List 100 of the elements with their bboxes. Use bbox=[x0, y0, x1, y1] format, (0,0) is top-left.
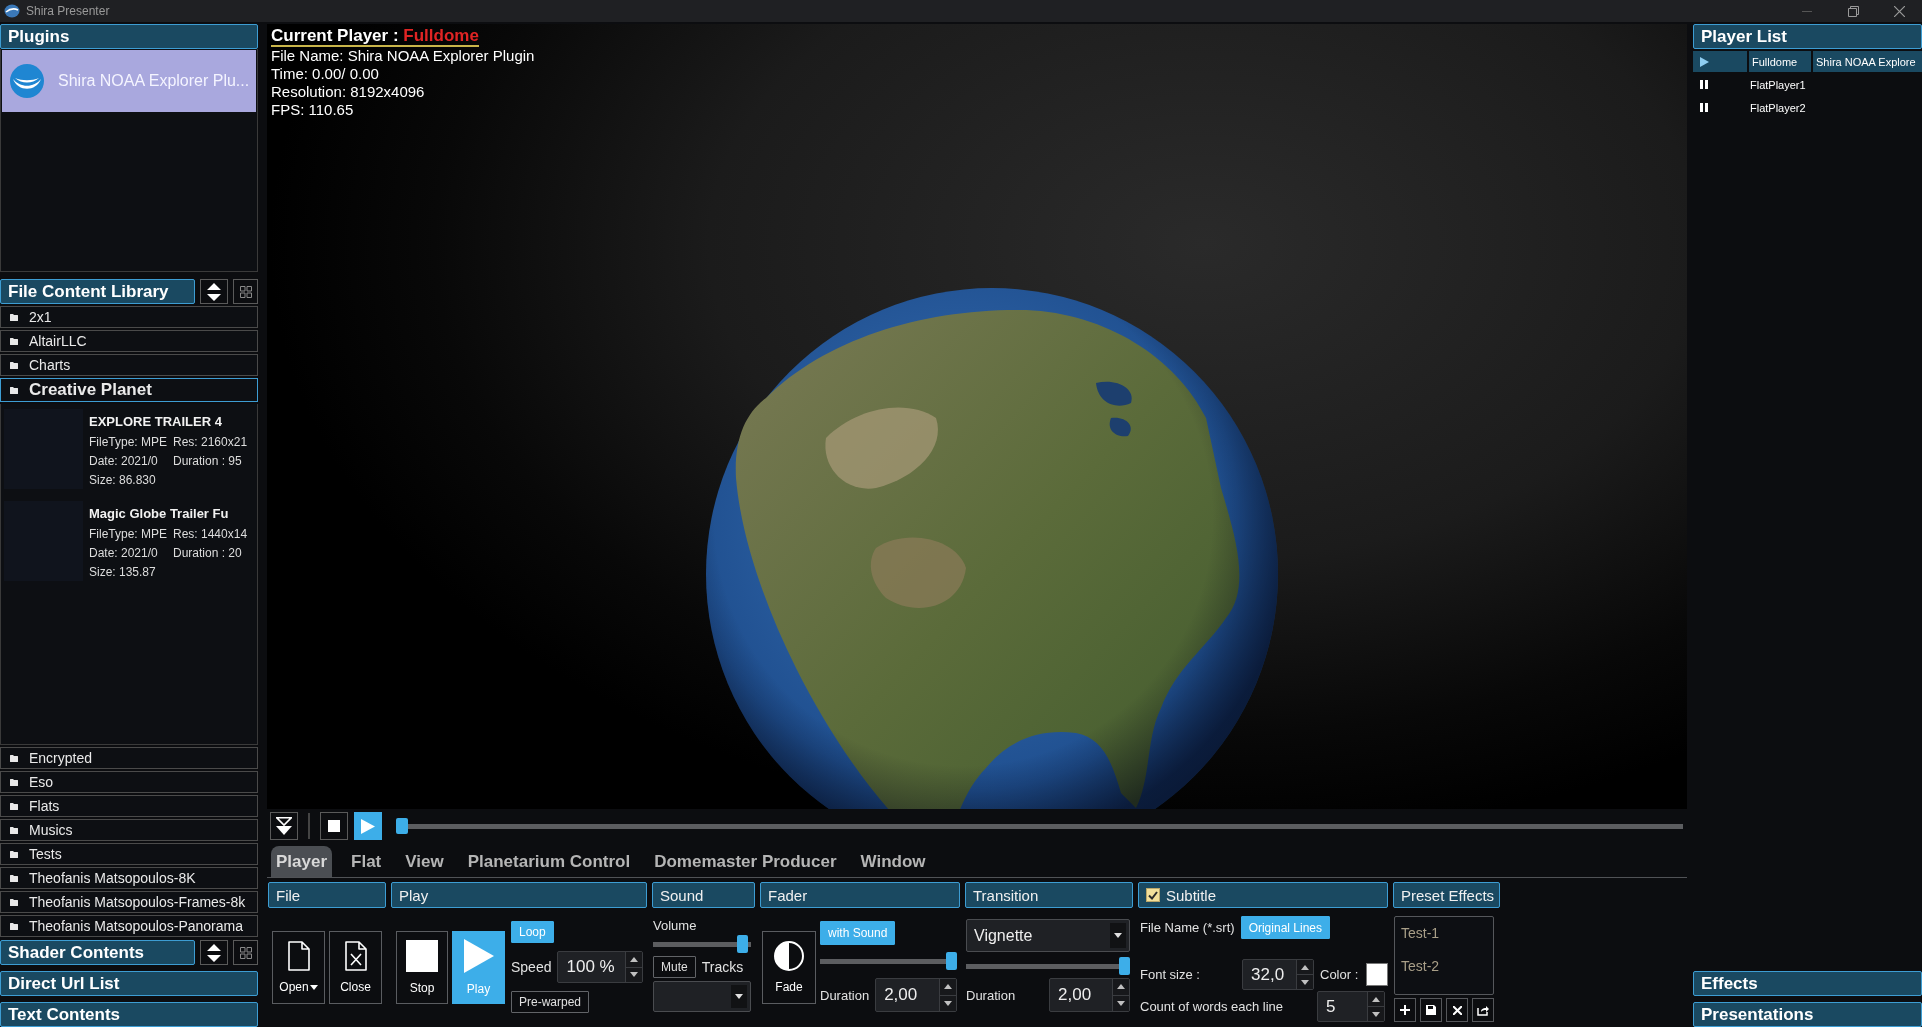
group-header: File bbox=[268, 882, 386, 908]
decrement-button[interactable] bbox=[1368, 1006, 1384, 1021]
tracks-label: Tracks bbox=[701, 959, 744, 975]
caret-up-icon bbox=[630, 956, 639, 962]
volume-label: Volume bbox=[653, 918, 697, 933]
increment-button[interactable] bbox=[626, 952, 643, 967]
increment-button[interactable] bbox=[940, 979, 957, 995]
group-header: Fader bbox=[760, 882, 960, 908]
caret-down-icon bbox=[630, 972, 639, 978]
panel-header[interactable]: Effects bbox=[1693, 971, 1922, 996]
stop-icon bbox=[406, 940, 438, 972]
export-button[interactable] bbox=[1472, 998, 1494, 1022]
folder-icon bbox=[10, 898, 18, 906]
player-row[interactable]: FlatPlayer2 bbox=[1693, 97, 1922, 118]
grid-icon bbox=[239, 285, 252, 298]
folder-item[interactable]: Eso bbox=[0, 771, 258, 793]
increment-button[interactable] bbox=[1368, 992, 1384, 1006]
folder-item[interactable]: 2x1 bbox=[0, 306, 258, 328]
export-icon bbox=[1477, 1004, 1489, 1016]
caret-down-icon bbox=[1117, 1000, 1125, 1006]
words-per-line-spinbox[interactable]: 5 bbox=[1317, 991, 1385, 1022]
transition-dropdown[interactable]: Vignette bbox=[966, 919, 1130, 952]
slider-thumb[interactable] bbox=[1119, 957, 1130, 975]
pre-warped-toggle[interactable]: Pre-warped bbox=[511, 991, 590, 1013]
tab[interactable]: Flat bbox=[346, 846, 387, 877]
tab[interactable]: Player bbox=[271, 846, 333, 877]
stop-button[interactable]: Stop bbox=[396, 931, 448, 1004]
slider-thumb[interactable] bbox=[396, 818, 408, 834]
file-size-text: Size: 135.87 bbox=[89, 565, 157, 579]
tracks-dropdown[interactable] bbox=[653, 981, 751, 1012]
player-name: Fulldome bbox=[1752, 55, 1798, 68]
preset-item[interactable]: Test-1 bbox=[1397, 923, 1491, 943]
speed-spinbox[interactable]: 100 % bbox=[557, 951, 644, 983]
group-header: Preset Effects bbox=[1393, 882, 1500, 908]
duration-label: Duration bbox=[966, 987, 1016, 1003]
window-title: Shira Presenter bbox=[26, 4, 110, 18]
folder-item[interactable]: Tests bbox=[0, 843, 258, 865]
folder-item[interactable]: Charts bbox=[0, 354, 258, 376]
play-icon bbox=[361, 818, 375, 834]
collapse-button[interactable] bbox=[270, 812, 298, 840]
duration-text: Duration : 20 bbox=[173, 546, 243, 560]
sort-button[interactable] bbox=[200, 940, 228, 965]
grid-view-button[interactable] bbox=[233, 940, 258, 965]
folder-item[interactable]: Creative Planet bbox=[0, 378, 258, 402]
folder-item[interactable]: Encrypted bbox=[0, 747, 258, 769]
sort-button[interactable] bbox=[200, 279, 228, 304]
panel-header[interactable]: Presentations bbox=[1693, 1002, 1922, 1027]
font-size-spinbox[interactable]: 32,0 bbox=[1242, 959, 1314, 990]
panel-header: File Content Library bbox=[0, 279, 195, 304]
duration-label: Duration bbox=[820, 987, 870, 1003]
tab[interactable]: Planetarium Control bbox=[462, 846, 636, 877]
folder-item[interactable]: Flats bbox=[0, 795, 258, 817]
color-swatch[interactable] bbox=[1366, 963, 1389, 986]
save-button[interactable] bbox=[1420, 998, 1442, 1022]
caret-down-icon bbox=[309, 984, 318, 990]
double-down-arrow-icon bbox=[276, 817, 292, 835]
font-size-label: Font size : bbox=[1140, 967, 1201, 982]
player-row[interactable]: Fulldome Shira NOAA Explore bbox=[1693, 51, 1922, 72]
panel-header[interactable]: Direct Url List bbox=[0, 971, 258, 996]
folder-item[interactable]: Theofanis Matsopoulos-Frames-8k bbox=[0, 891, 258, 913]
fade-button[interactable]: Fade bbox=[762, 931, 816, 1004]
color-label: Color : bbox=[1320, 967, 1359, 982]
globe-icon bbox=[4, 4, 20, 18]
folder-item[interactable]: Theofanis Matsopoulos-8K bbox=[0, 867, 258, 889]
duration-spinbox[interactable]: 2,00 bbox=[875, 978, 958, 1012]
group-title: Subtitle bbox=[1166, 886, 1217, 904]
folder-icon bbox=[10, 754, 18, 762]
close-file-button[interactable]: Close bbox=[329, 931, 382, 1004]
caret-up-icon bbox=[1301, 964, 1309, 970]
tab[interactable]: Domemaster Producer bbox=[649, 846, 842, 877]
file-x-icon bbox=[344, 941, 367, 971]
player-name: FlatPlayer2 bbox=[1750, 101, 1806, 114]
subtitle-checkbox[interactable] bbox=[1146, 888, 1160, 902]
duration-spinbox[interactable]: 2,00 bbox=[1049, 978, 1130, 1012]
player-row[interactable]: FlatPlayer1 bbox=[1693, 74, 1922, 95]
tab[interactable]: Window bbox=[855, 846, 931, 877]
increment-button[interactable] bbox=[1113, 979, 1129, 995]
preset-item[interactable]: Test-2 bbox=[1397, 956, 1491, 976]
stop-button[interactable] bbox=[320, 812, 348, 840]
folder-item[interactable]: AltairLLC bbox=[0, 330, 258, 352]
panel-header[interactable]: Text Contents bbox=[0, 1002, 258, 1027]
delete-button[interactable] bbox=[1446, 998, 1468, 1022]
grid-view-button[interactable] bbox=[233, 279, 258, 304]
folder-item[interactable]: Musics bbox=[0, 819, 258, 841]
duration-text: Duration : 95 bbox=[173, 454, 243, 468]
increment-button[interactable] bbox=[1297, 960, 1313, 974]
words-per-line-label: Count of words each line bbox=[1140, 999, 1285, 1014]
info-text: FPS: 110.65 bbox=[271, 101, 354, 119]
restore-icon bbox=[1847, 5, 1859, 17]
plugin-name: Shira NOAA Explore bbox=[1816, 55, 1916, 68]
mute-toggle[interactable]: Mute bbox=[653, 956, 696, 978]
add-button[interactable] bbox=[1394, 998, 1416, 1022]
slider-thumb[interactable] bbox=[736, 935, 748, 953]
slider-thumb[interactable] bbox=[946, 952, 957, 970]
folder-icon bbox=[10, 386, 18, 394]
decrement-button[interactable] bbox=[1297, 974, 1313, 989]
folder-item[interactable]: Theofanis Matsopoulos-Panorama bbox=[0, 915, 258, 937]
open-button[interactable]: Open bbox=[272, 931, 325, 1004]
tab[interactable]: View bbox=[400, 846, 449, 877]
panel-header[interactable]: Shader Contents bbox=[0, 940, 195, 965]
